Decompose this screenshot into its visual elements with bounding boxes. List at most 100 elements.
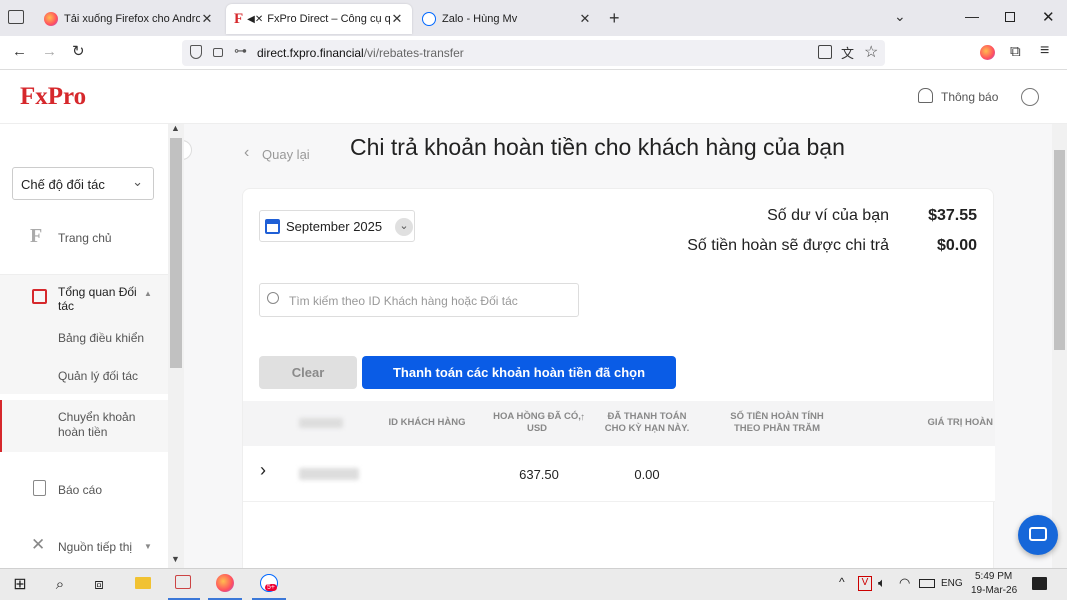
antivirus-tray-icon[interactable]: V bbox=[858, 576, 872, 591]
chevron-down-icon[interactable]: ⌄ bbox=[395, 218, 413, 236]
col-rebate-value[interactable]: GIÁ TRỊ HOÀN bbox=[913, 417, 993, 429]
new-tab-icon[interactable]: + bbox=[609, 8, 620, 29]
bookmark-star-icon[interactable]: ☆ bbox=[864, 42, 878, 62]
rebates-card: September 2025 ⌄ Số dư ví của bạn $37.55… bbox=[242, 188, 995, 568]
col-paid[interactable]: ĐÃ THANH TOÁN CHO KỲ HẠN NÀY. bbox=[597, 411, 697, 435]
tab-list-icon[interactable] bbox=[8, 10, 24, 24]
input-language[interactable]: ENG bbox=[941, 578, 963, 589]
close-icon[interactable]: ✕ bbox=[390, 11, 404, 27]
scroll-up-arrow-icon[interactable]: ▲ bbox=[171, 123, 180, 133]
save-page-icon[interactable] bbox=[818, 45, 832, 59]
chevron-up-icon: ▲ bbox=[144, 289, 152, 298]
tab-firefox-download[interactable]: Tải xuống Firefox cho Android v ✕ bbox=[36, 4, 222, 34]
tab-fxpro-direct[interactable]: F ◀✕ FxPro Direct – Công cụ quả ✕ bbox=[226, 4, 412, 34]
translate-icon[interactable]: 文 bbox=[841, 43, 854, 62]
col-commission[interactable]: HOA HỒNG ĐÃ CÓ, USD bbox=[489, 411, 585, 435]
forward-arrow-icon[interactable]: → bbox=[42, 43, 57, 60]
report-icon bbox=[33, 480, 46, 496]
permissions-key-icon[interactable]: ⊶ bbox=[234, 43, 247, 59]
lock-icon[interactable] bbox=[213, 48, 223, 57]
sidebar-subitem-partner-management[interactable]: Quản lý đối tác bbox=[0, 356, 168, 394]
sidebar-item-home[interactable]: F Trang chủ bbox=[0, 219, 168, 257]
collapse-sidebar-icon[interactable]: ‹ bbox=[184, 140, 192, 160]
sort-arrow-icon[interactable]: ↑ bbox=[580, 412, 585, 423]
extensions-puzzle-icon[interactable]: ⧉ bbox=[1010, 43, 1021, 60]
minimize-icon[interactable]: — bbox=[965, 8, 979, 24]
partner-mode-select[interactable]: Chế độ đối tác ⌄ bbox=[12, 167, 154, 200]
sidebar-item-reports[interactable]: Báo cáo bbox=[0, 470, 168, 508]
chevron-left-icon[interactable]: ‹ bbox=[244, 144, 249, 162]
sidebar-item-label: Tổng quan Đối tác bbox=[58, 285, 137, 313]
month-picker[interactable]: September 2025 ⌄ bbox=[259, 210, 415, 242]
sidebar: Chế độ đối tác ⌄ F Trang chủ Tổng quan Đ… bbox=[0, 124, 184, 568]
restore-icon[interactable] bbox=[1005, 12, 1015, 22]
file-explorer-icon[interactable] bbox=[131, 574, 155, 596]
sidebar-scroll-thumb[interactable] bbox=[170, 138, 182, 368]
windows-start-icon[interactable]: ⊞ bbox=[8, 574, 32, 596]
search-icon[interactable]: ⌕ bbox=[48, 574, 72, 596]
sidebar-item-label: Nguồn tiếp thị bbox=[58, 540, 133, 554]
sidebar-item-label: Trang chủ bbox=[58, 231, 112, 245]
table-row[interactable]: › 637.50 0.00 bbox=[243, 446, 995, 502]
sidebar-scrollbar[interactable]: ▲ ▼ bbox=[168, 123, 184, 568]
shield-icon[interactable] bbox=[190, 45, 202, 59]
tab-zalo[interactable]: Zalo - Hùng Mv ✕ bbox=[414, 4, 600, 34]
main-content: ‹ ‹ Quay lại Chi trả khoản hoàn tiền cho… bbox=[184, 124, 1052, 568]
search-placeholder: Tìm kiếm theo ID Khách hàng hoặc Đối tác bbox=[289, 294, 518, 308]
back-arrow-icon[interactable]: ← bbox=[12, 43, 27, 60]
sidebar-item-label: Chuyển khoản hoàn tiền bbox=[58, 410, 136, 439]
fxpro-icon: F bbox=[234, 10, 244, 27]
tray-chevron-up-icon[interactable]: ^ bbox=[839, 575, 845, 589]
browser-nav-bar: ← → ↻ ⊶ direct.fxpro.financial/vi/rebate… bbox=[0, 36, 1067, 70]
close-icon[interactable]: ✕ bbox=[200, 11, 214, 27]
menu-hamburger-icon[interactable]: ≡ bbox=[1040, 42, 1049, 60]
dashboard-grid-icon bbox=[32, 289, 47, 304]
url-path: /vi/rebates-transfer bbox=[363, 46, 464, 60]
fxpro-logo[interactable]: FxPro bbox=[20, 83, 86, 111]
sidebar-item-marketing-sources[interactable]: ✕ Nguồn tiếp thị ▼ bbox=[0, 527, 168, 565]
wallet-balance-value: $37.55 bbox=[928, 207, 977, 224]
web-page: FxPro Thông báo Chế độ đối tác ⌄ F Trang… bbox=[0, 70, 1067, 568]
windows-taskbar: ⊞ ⌕ ⧈ 5+ ^ V 🔈︎ ◠ ENG 5:49 PM 19-Mar-26 bbox=[0, 568, 1067, 600]
main-scrollbar[interactable] bbox=[1052, 124, 1067, 568]
task-view-icon[interactable]: ⧈ bbox=[87, 574, 111, 596]
reload-icon[interactable]: ↻ bbox=[72, 42, 85, 60]
col-percent-rebate[interactable]: SỐ TIỀN HOÀN TÍNH THEO PHẦN TRĂM bbox=[717, 411, 837, 435]
sidebar-subitem-rebate-transfer[interactable]: Chuyển khoản hoàn tiền bbox=[0, 400, 168, 452]
window-close-icon[interactable]: ✕ bbox=[1042, 8, 1055, 26]
chevron-down-icon: ▼ bbox=[144, 542, 152, 551]
clock-time[interactable]: 5:49 PM bbox=[975, 571, 1012, 582]
back-link[interactable]: Quay lại bbox=[262, 147, 310, 162]
payout-amount-label: Số tiền hoàn sẽ được chi trả bbox=[687, 237, 889, 254]
volume-icon[interactable]: 🔈︎ bbox=[878, 575, 886, 591]
battery-icon[interactable] bbox=[919, 579, 935, 588]
firefox-taskbar-icon[interactable] bbox=[213, 574, 237, 596]
tab-overflow-chevron-icon[interactable]: ⌄ bbox=[894, 8, 906, 25]
user-avatar-icon[interactable] bbox=[1021, 88, 1039, 106]
bell-icon[interactable] bbox=[918, 88, 933, 103]
muted-speaker-icon[interactable]: ◀✕ bbox=[247, 14, 263, 25]
live-chat-button[interactable] bbox=[1018, 515, 1058, 555]
notification-center-icon[interactable] bbox=[1032, 577, 1047, 590]
close-icon[interactable]: ✕ bbox=[578, 11, 592, 27]
snipping-tool-icon[interactable] bbox=[171, 574, 195, 596]
url-text[interactable]: direct.fxpro.financial/vi/rebates-transf… bbox=[257, 46, 464, 60]
sidebar-subitem-dashboard[interactable]: Bảng điều khiển bbox=[0, 318, 168, 356]
wifi-icon[interactable]: ◠ bbox=[899, 575, 910, 591]
scroll-down-arrow-icon[interactable]: ▼ bbox=[171, 554, 180, 564]
clock-date[interactable]: 19-Mar-26 bbox=[971, 585, 1017, 596]
page-title: Chi trả khoản hoàn tiền cho khách hàng c… bbox=[350, 134, 845, 160]
clear-button[interactable]: Clear bbox=[259, 356, 357, 389]
payout-amount-value: $0.00 bbox=[936, 237, 977, 254]
sidebar-item-label: Báo cáo bbox=[58, 483, 103, 497]
pay-selected-rebates-button[interactable]: Thanh toán các khoản hoàn tiền đã chọn bbox=[362, 356, 676, 389]
address-bar[interactable]: ⊶ direct.fxpro.financial/vi/rebates-tran… bbox=[182, 40, 885, 66]
search-input[interactable]: Tìm kiếm theo ID Khách hàng hoặc Đối tác bbox=[259, 283, 579, 317]
col-client-id[interactable]: ID KHÁCH HÀNG bbox=[383, 417, 471, 429]
expand-chevron-icon[interactable]: › bbox=[260, 460, 266, 481]
notifications-label[interactable]: Thông báo bbox=[941, 90, 998, 104]
sidebar-item-partner-overview[interactable]: Tổng quan Đối tác ▲ bbox=[0, 274, 168, 318]
chat-bubble-icon bbox=[1029, 527, 1047, 541]
firefox-account-icon[interactable] bbox=[980, 45, 995, 60]
main-scroll-thumb[interactable] bbox=[1054, 150, 1065, 350]
